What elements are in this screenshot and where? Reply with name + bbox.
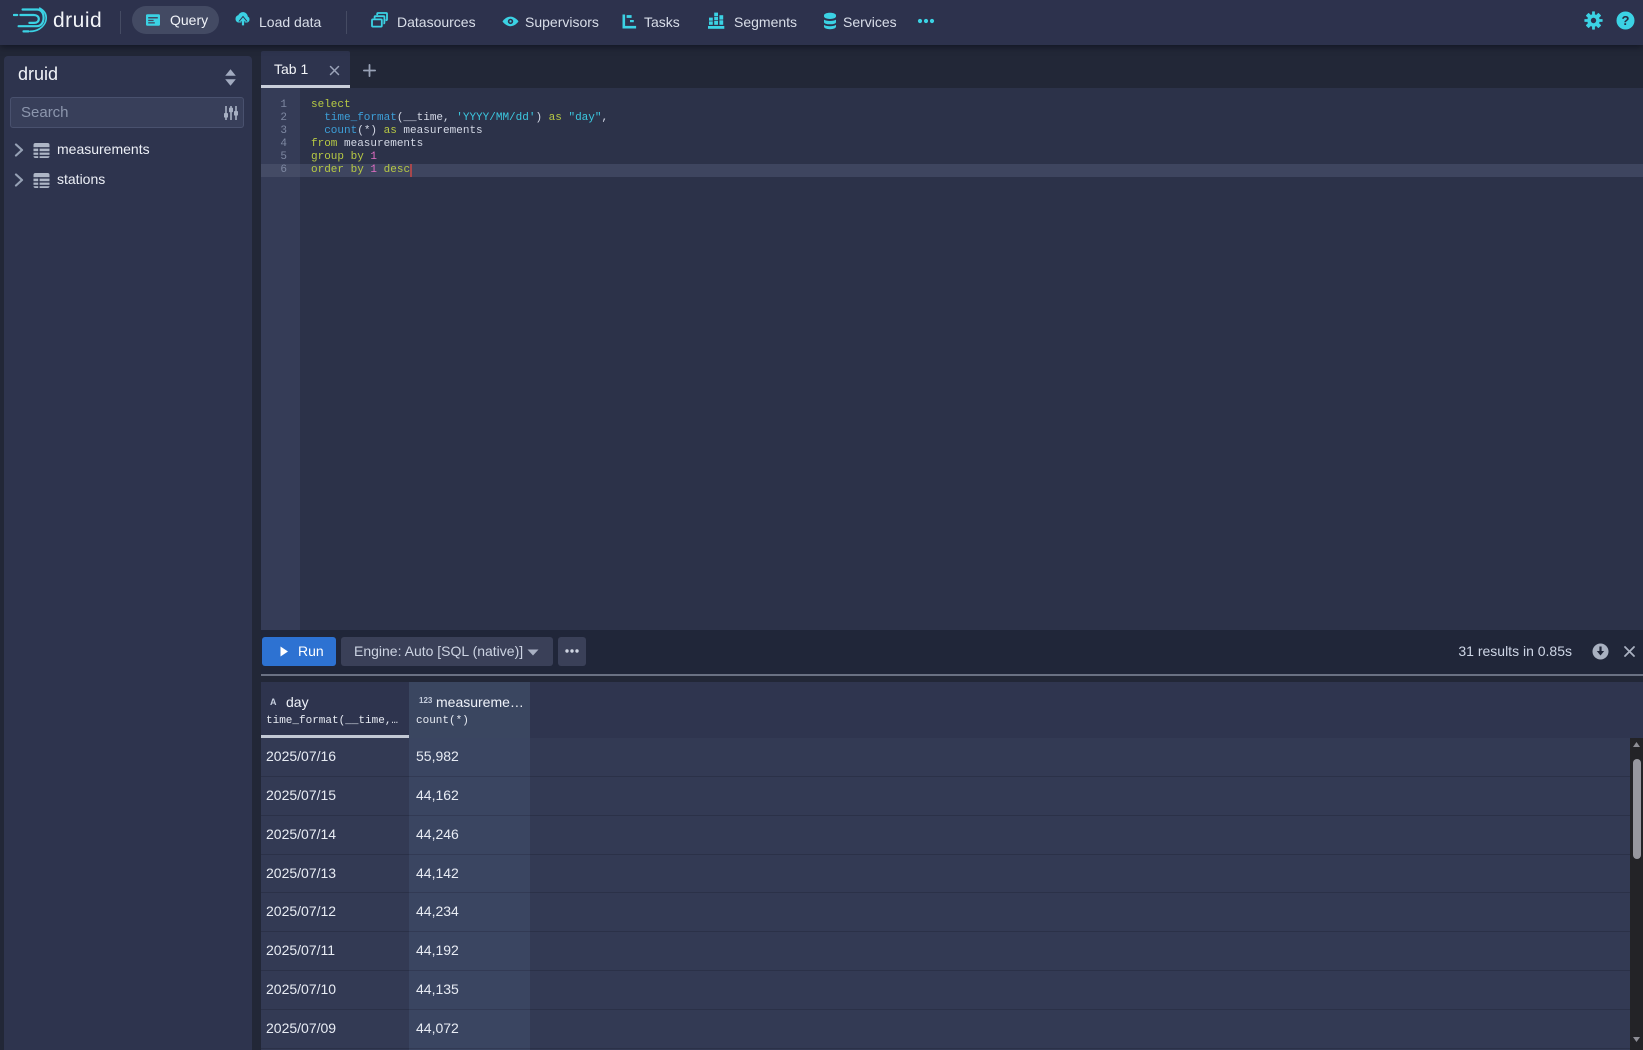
svg-text:?: ? [1622, 13, 1630, 28]
